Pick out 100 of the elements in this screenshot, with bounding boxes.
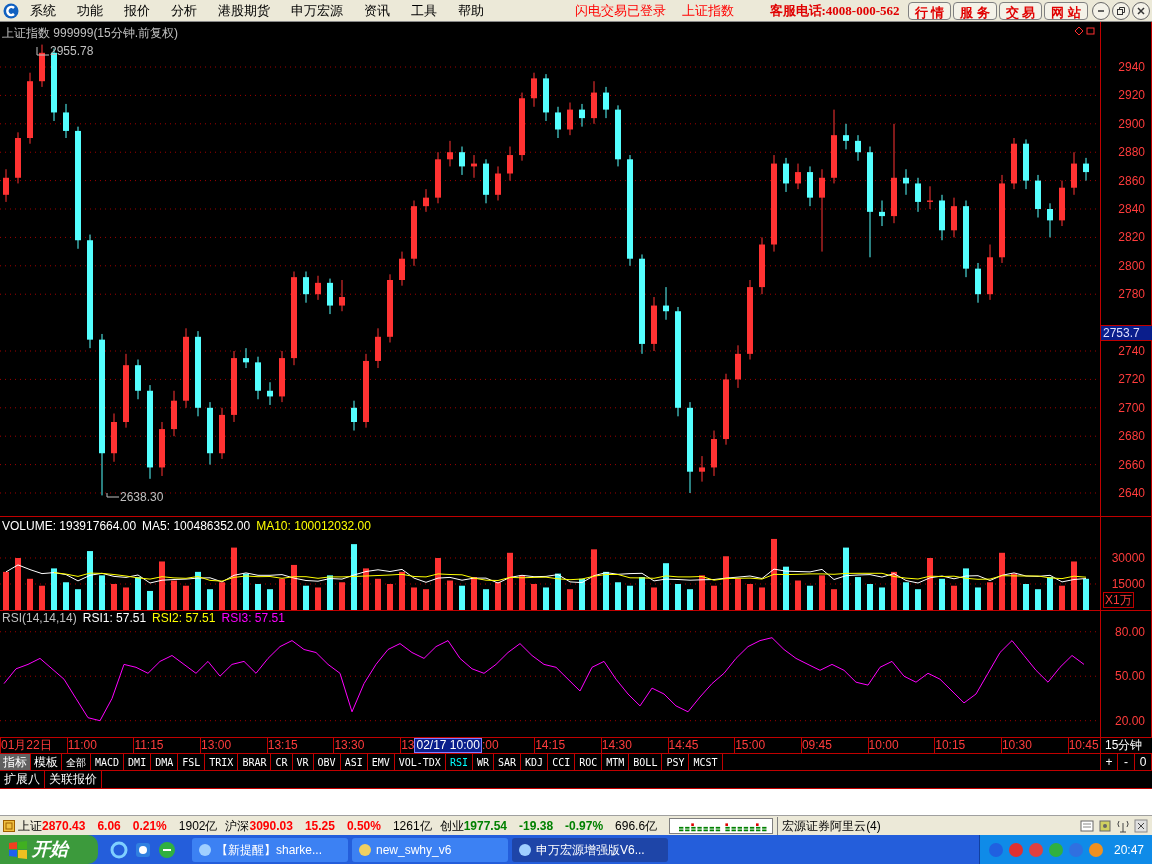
browser-icon[interactable] <box>134 840 152 859</box>
menu-item[interactable]: 功能 <box>69 0 111 21</box>
menu-item[interactable]: 帮助 <box>450 0 492 21</box>
status-notice: 上证指数 <box>682 1 734 20</box>
rsi-legend: RSI2: 57.51 <box>152 612 216 625</box>
price-axis-label: 2880 <box>1118 146 1145 159</box>
index-change: 0.21% <box>132 817 167 835</box>
candle <box>543 73 549 122</box>
browser-icon[interactable] <box>110 840 128 859</box>
candle <box>435 151 441 204</box>
price-axis-label: 2860 <box>1118 174 1145 187</box>
rsi-axis-label: 50.00 <box>1114 670 1145 683</box>
price-axis-label: 2700 <box>1118 401 1145 414</box>
candle <box>651 296 657 352</box>
chart-options-icon[interactable] <box>1074 26 1096 36</box>
browser-icon[interactable] <box>158 840 176 859</box>
taskbar-task[interactable]: 申万宏源增强版V6... <box>512 837 668 862</box>
server-name: 宏源证券阿里云(4) <box>777 816 881 835</box>
menu-item[interactable]: 分析 <box>163 0 205 21</box>
candle <box>351 400 357 431</box>
taskbar-task[interactable]: new_swhy_v6 <box>352 837 508 862</box>
link-button[interactable]: 交 易 <box>998 1 1043 20</box>
candle <box>207 401 213 466</box>
window-icon <box>3 819 15 832</box>
volume-legend: MA5: 100486352.00 <box>142 520 251 533</box>
clock: 20:47 <box>1113 841 1144 859</box>
candle <box>243 347 249 369</box>
time-label: 10:00 <box>868 738 899 752</box>
candle <box>507 146 513 182</box>
restore-button[interactable] <box>1112 1 1130 20</box>
menu-item[interactable]: 申万宏源 <box>283 0 351 21</box>
candle <box>855 134 861 162</box>
candle <box>915 177 921 213</box>
price-axis-label: 2680 <box>1118 430 1145 443</box>
mode-tab[interactable]: 指标 <box>0 754 31 770</box>
candle <box>495 165 501 201</box>
rsi-axis-label: 20.00 <box>1114 714 1145 727</box>
candle <box>879 200 885 227</box>
price-axis-label: 2640 <box>1118 487 1145 499</box>
price-axis-label: 2840 <box>1118 203 1145 215</box>
candle <box>531 72 537 108</box>
time-label: 14:30 <box>601 738 632 752</box>
candle <box>783 157 789 193</box>
app-icon <box>198 842 212 857</box>
time-label: 01月22日 <box>1 738 52 752</box>
price-axis-label: 2820 <box>1118 231 1145 244</box>
menu-item[interactable]: 工具 <box>403 0 445 21</box>
candle <box>159 421 165 477</box>
rsi-axis-label: 80.00 <box>1114 625 1145 638</box>
index-change: -0.97% <box>565 817 604 835</box>
price-axis-label: 2740 <box>1118 345 1145 357</box>
close-button[interactable] <box>1132 1 1150 20</box>
close-icon[interactable] <box>1134 818 1148 833</box>
rsi-legend: RSI1: 57.51 <box>82 612 147 625</box>
volume-legend: MA10: 100012032.00 <box>256 520 371 533</box>
candle <box>171 390 177 437</box>
candle <box>411 200 417 267</box>
candle <box>519 92 525 162</box>
hotline-text: 客服电话:4008-000-562 <box>769 1 900 20</box>
candle <box>951 197 957 238</box>
time-label: 09:45 <box>801 738 832 752</box>
candle <box>111 413 117 463</box>
candle <box>975 262 981 304</box>
minimize-button[interactable] <box>1092 1 1110 20</box>
candle <box>327 278 333 315</box>
time-label: 11:00 <box>67 738 97 752</box>
volume-axis-label: 30000 <box>1111 552 1145 564</box>
time-label: 13:30 <box>334 738 365 752</box>
leader-line <box>36 46 50 56</box>
menu-item[interactable]: 资讯 <box>356 0 398 21</box>
time-label: 15:00 <box>735 738 766 752</box>
app-logo-icon <box>3 2 19 19</box>
taskbar-task[interactable]: 【新提醒】sharke... <box>192 837 348 862</box>
candle <box>399 251 405 287</box>
time-label: 10:30 <box>1001 738 1032 752</box>
link-button[interactable]: 网 站 <box>1044 1 1088 20</box>
rsi-legend: RSI3: 57.51 <box>221 612 285 625</box>
candle <box>555 106 561 139</box>
candle <box>903 168 909 196</box>
menu-item[interactable]: 港股期货 <box>210 0 278 21</box>
windows-logo-icon <box>8 840 28 859</box>
menu-item[interactable]: 报价 <box>116 0 158 21</box>
candle <box>711 430 717 477</box>
app-icon <box>358 842 372 857</box>
link-button[interactable]: 服 务 <box>953 1 997 20</box>
candle <box>807 165 813 207</box>
candle <box>987 244 993 301</box>
menu-item[interactable]: 系统 <box>22 0 64 21</box>
price-axis-label: 2780 <box>1118 288 1145 301</box>
index-value: 3090.03 <box>249 817 293 835</box>
index-name: 沪深 <box>225 817 250 835</box>
start-button[interactable]: 开始 <box>0 835 98 864</box>
price-axis-label: 2800 <box>1118 259 1145 272</box>
antenna-icon[interactable] <box>1116 818 1130 833</box>
time-label: 10:45 <box>1068 738 1099 752</box>
unit-label: X1万 <box>1103 592 1134 608</box>
mode-tab[interactable]: 模板 <box>31 754 62 770</box>
candle <box>735 344 741 389</box>
link-button[interactable]: 行 情 <box>907 1 952 20</box>
notes-icon[interactable] <box>1080 818 1094 833</box>
